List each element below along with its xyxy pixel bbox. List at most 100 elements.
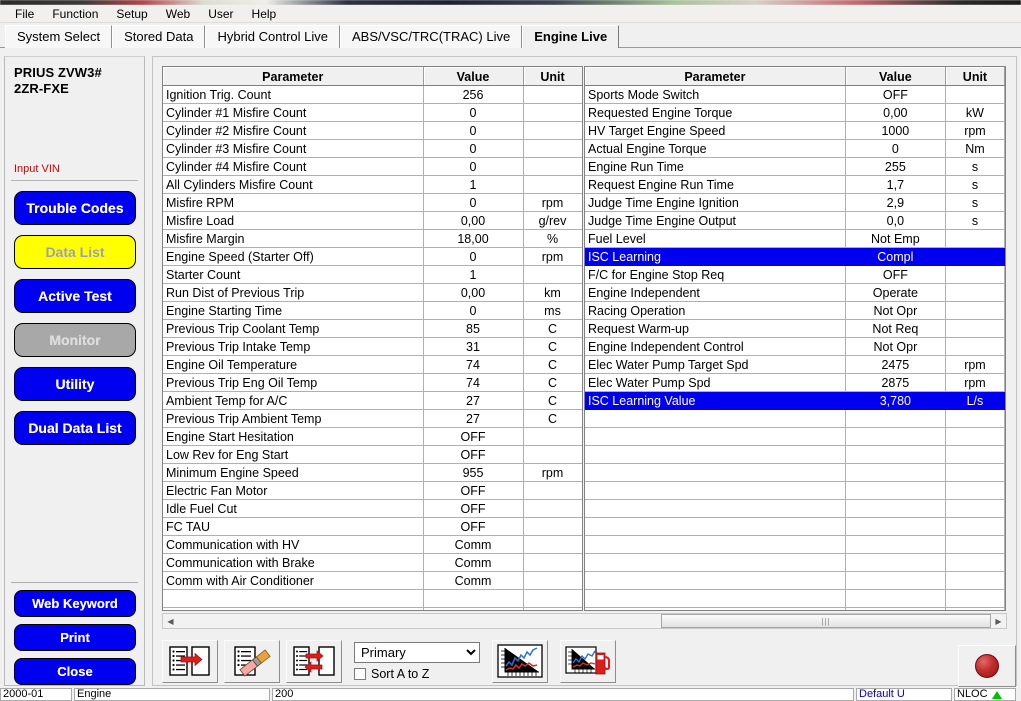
table-row[interactable]: Communication with HV Comm	[163, 535, 582, 554]
tab-engine-live[interactable]: Engine Live	[522, 25, 620, 48]
menu-item-user[interactable]: User	[199, 6, 242, 22]
table-row[interactable]: Previous Trip Intake Temp 31 C	[163, 337, 582, 356]
table-row-empty[interactable]	[585, 553, 1005, 572]
table-row-empty[interactable]	[585, 517, 1005, 536]
table-row-empty[interactable]	[585, 481, 1005, 500]
menu-item-web[interactable]: Web	[157, 6, 199, 22]
table-row[interactable]: ISC Learning Compl	[585, 247, 1005, 266]
table-row[interactable]: Request Warm-up Not Req	[585, 319, 1005, 338]
table-row-empty[interactable]	[585, 445, 1005, 464]
table-row[interactable]: Run Dist of Previous Trip 0,00 km	[163, 283, 582, 302]
scroll-left-arrow-icon[interactable]: ◀	[163, 614, 178, 628]
column-header-value[interactable]: Value	[845, 67, 946, 86]
table-row[interactable]: Elec Water Pump Target Spd 2475 rpm	[585, 355, 1005, 374]
table-row-empty[interactable]	[585, 571, 1005, 590]
table-row[interactable]: Elec Water Pump Spd 2875 rpm	[585, 373, 1005, 392]
menu-item-file[interactable]: File	[6, 6, 43, 22]
table-row[interactable]: All Cylinders Misfire Count 1	[163, 175, 582, 194]
table-row[interactable]: Request Engine Run Time 1,7 s	[585, 175, 1005, 194]
table-row-empty[interactable]	[585, 607, 1005, 610]
menu-item-function[interactable]: Function	[43, 6, 107, 22]
column-header-value[interactable]: Value	[423, 67, 524, 86]
swap-list-button[interactable]	[286, 639, 342, 683]
tab-system-select[interactable]: System Select	[5, 25, 113, 48]
table-row[interactable]: Cylinder #2 Misfire Count 0	[163, 121, 582, 140]
table-row-empty[interactable]	[163, 607, 582, 610]
erase-list-button[interactable]	[224, 639, 280, 683]
table-row[interactable]: Idle Fuel Cut OFF	[163, 499, 582, 518]
trouble-codes-button[interactable]: Trouble Codes	[14, 191, 136, 225]
tab-abs-vsc-trc-live[interactable]: ABS/VSC/TRC(TRAC) Live	[340, 25, 523, 48]
table-row[interactable]: Previous Trip Eng Oil Temp 74 C	[163, 373, 582, 392]
table-row[interactable]: Comm with Air Conditioner Comm	[163, 571, 582, 590]
table-row[interactable]: Cylinder #4 Misfire Count 0	[163, 157, 582, 176]
table-row[interactable]: Engine Starting Time 0 ms	[163, 301, 582, 320]
table-row[interactable]: Previous Trip Ambient Temp 27 C	[163, 409, 582, 428]
table-row-empty[interactable]	[585, 589, 1005, 608]
table-row[interactable]: Engine Start Hesitation OFF	[163, 427, 582, 446]
table-row[interactable]: Engine Oil Temperature 74 C	[163, 355, 582, 374]
data-list-button[interactable]: Data List	[14, 235, 136, 269]
sort-a-to-z-row[interactable]: Sort A to Z	[354, 667, 480, 681]
table-row-empty[interactable]	[585, 409, 1005, 428]
scrollbar-track[interactable]: |||	[178, 614, 991, 628]
scrollbar-thumb[interactable]: |||	[661, 614, 991, 628]
table-row[interactable]: Low Rev for Eng Start OFF	[163, 445, 582, 464]
table-row[interactable]: FC TAU OFF	[163, 517, 582, 536]
table-row[interactable]: Engine Speed (Starter Off) 0 rpm	[163, 247, 582, 266]
input-vin-link[interactable]: Input VIN	[14, 163, 60, 175]
table-row[interactable]: ISC Learning Value 3,780 L/s	[585, 391, 1005, 410]
print-button[interactable]: Print	[14, 624, 136, 651]
table-row[interactable]: Judge Time Engine Output 0,0 s	[585, 211, 1005, 230]
table-row-empty[interactable]	[585, 535, 1005, 554]
tab-hybrid-control-live[interactable]: Hybrid Control Live	[205, 25, 341, 48]
table-row[interactable]: Misfire Margin 18,00%	[163, 229, 582, 248]
table-row[interactable]: Engine Independent Operate	[585, 283, 1005, 302]
table-row[interactable]: Engine Independent Control Not Opr	[585, 337, 1005, 356]
menu-item-help[interactable]: Help	[243, 6, 286, 22]
table-row[interactable]: F/C for Engine Stop Req OFF	[585, 265, 1005, 284]
table-row[interactable]: Starter Count 1	[163, 265, 582, 284]
utility-button[interactable]: Utility	[14, 367, 136, 401]
horizontal-scrollbar[interactable]: ◀ ||| ▶	[162, 613, 1007, 629]
table-row[interactable]: Racing Operation Not Opr	[585, 301, 1005, 320]
table-row-empty[interactable]	[585, 427, 1005, 446]
table-row[interactable]: Cylinder #3 Misfire Count 0	[163, 139, 582, 158]
table-row[interactable]: Sports Mode Switch OFF	[585, 85, 1005, 104]
move-to-list-button[interactable]	[162, 639, 218, 683]
table-row[interactable]: HV Target Engine Speed 1000 rpm	[585, 121, 1005, 140]
graph-button[interactable]	[492, 639, 548, 683]
table-row[interactable]: Engine Run Time 255 s	[585, 157, 1005, 176]
table-row[interactable]: Minimum Engine Speed 955 rpm	[163, 463, 582, 482]
table-row[interactable]: Ambient Temp for A/C 27 C	[163, 391, 582, 410]
primary-select[interactable]: Primary	[354, 641, 480, 663]
record-button[interactable]	[958, 645, 1016, 687]
column-header-parameter[interactable]: Parameter	[163, 67, 424, 86]
scroll-right-arrow-icon[interactable]: ▶	[991, 614, 1006, 628]
table-row[interactable]: Actual Engine Torque 0 Nm	[585, 139, 1005, 158]
column-header-unit[interactable]: Unit	[945, 67, 1005, 86]
table-row[interactable]: Cylinder #1 Misfire Count 0	[163, 103, 582, 122]
table-row[interactable]: Judge Time Engine Ignition 2,9 s	[585, 193, 1005, 212]
table-row[interactable]: Communication with Brake Comm	[163, 553, 582, 572]
table-row[interactable]: Electric Fan Motor OFF	[163, 481, 582, 500]
tab-stored-data[interactable]: Stored Data	[112, 25, 206, 48]
table-row[interactable]: Ignition Trig. Count 256	[163, 85, 582, 104]
close-button[interactable]: Close	[14, 658, 136, 685]
dual-data-list-button[interactable]: Dual Data List	[14, 411, 136, 445]
table-row[interactable]: Misfire Load 0,00 g/rev	[163, 211, 582, 230]
column-header-unit[interactable]: Unit	[523, 67, 582, 86]
menu-item-setup[interactable]: Setup	[107, 6, 156, 22]
table-row[interactable]: Previous Trip Coolant Temp 85 C	[163, 319, 582, 338]
sort-a-to-z-checkbox[interactable]	[354, 667, 366, 680]
column-header-parameter[interactable]: Parameter	[585, 67, 846, 86]
table-row[interactable]: Requested Engine Torque 0,00 kW	[585, 103, 1005, 122]
active-test-button[interactable]: Active Test	[14, 279, 136, 313]
table-row-empty[interactable]	[585, 499, 1005, 518]
table-row[interactable]: Misfire RPM 0 rpm	[163, 193, 582, 212]
web-keyword-button[interactable]: Web Keyword	[14, 590, 136, 617]
fuel-graph-button[interactable]	[560, 639, 616, 683]
table-row[interactable]: Fuel Level Not Emp	[585, 229, 1005, 248]
table-row-empty[interactable]	[585, 463, 1005, 482]
table-row-empty[interactable]	[163, 589, 582, 608]
